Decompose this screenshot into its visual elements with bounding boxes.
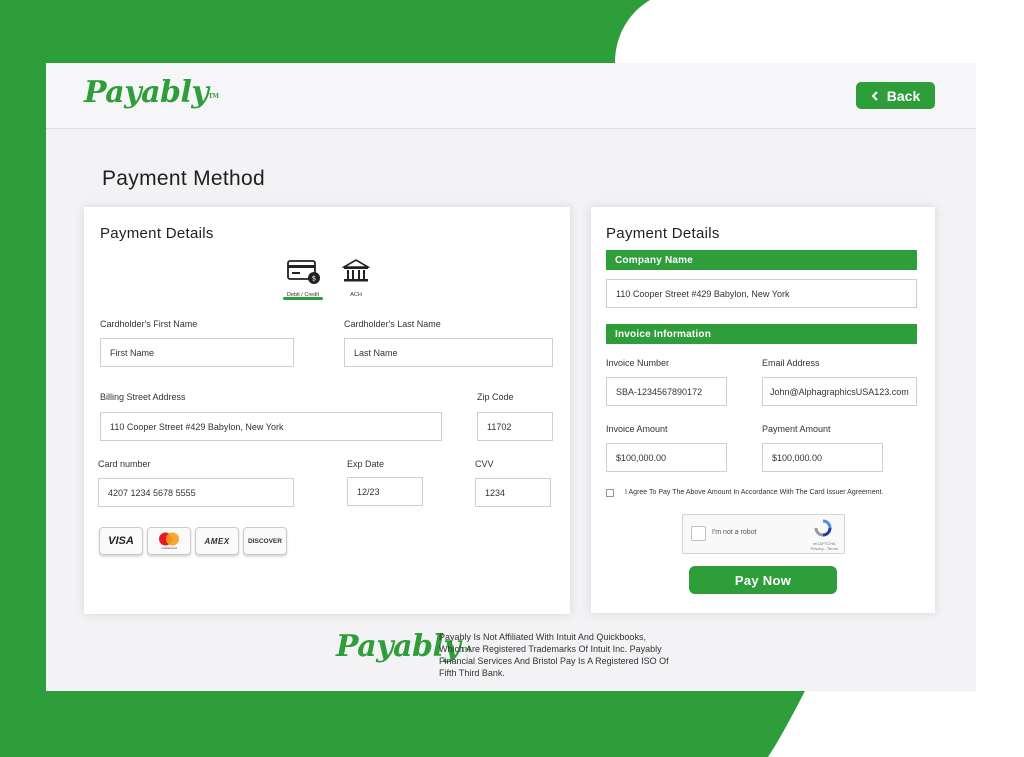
invoice-amount-field[interactable]: $100,000.00	[606, 443, 727, 472]
payably-logo[interactable]: PayablyTM	[84, 75, 219, 110]
invoice-section-header: Invoice Information	[606, 324, 917, 344]
email-label: Email Address	[762, 358, 820, 368]
logo-tm: TM	[208, 93, 219, 100]
exp-date-input[interactable]: 12/23	[347, 477, 423, 506]
mastercard-icon: mastercard	[147, 527, 191, 555]
amex-icon: AMEX	[195, 527, 239, 555]
header: PayablyTM Back	[46, 63, 976, 129]
recaptcha-checkbox[interactable]	[691, 526, 706, 541]
exp-date-label: Exp Date	[347, 459, 385, 469]
discover-icon: DISCOVER	[243, 527, 287, 555]
page-title: Payment Method	[102, 167, 265, 190]
visa-icon: VISA	[99, 527, 143, 555]
card-invoice-summary: Payment Details Company Name 110 Cooper …	[591, 207, 935, 613]
first-name-input[interactable]: First Name	[100, 338, 294, 367]
method-label: ACH	[350, 292, 362, 298]
pay-now-button[interactable]: Pay Now	[689, 566, 837, 594]
card-number-input[interactable]: 4207 1234 5678 5555	[98, 478, 294, 507]
svg-text:$: $	[312, 275, 316, 283]
recaptcha-widget: I'm not a robot reCAPTCHA Privacy - Term…	[682, 514, 845, 554]
last-name-label: Cardholder's Last Name	[344, 319, 441, 329]
invoice-number-label: Invoice Number	[606, 358, 670, 368]
agree-text: I Agree To Pay The Above Amount In Accor…	[625, 489, 884, 496]
card-number-label: Card number	[98, 459, 151, 469]
recaptcha-label: I'm not a robot	[712, 529, 757, 536]
card-title: Payment Details	[100, 225, 214, 242]
invoice-number-field[interactable]: SBA-1234567890172	[606, 377, 727, 406]
payment-amount-label: Payment Amount	[762, 424, 831, 434]
footer-disclaimer: Payably Is Not Affiliated With Intuit An…	[439, 632, 669, 678]
zip-label: Zip Code	[477, 392, 514, 402]
method-tab-ach[interactable]: ACH	[341, 258, 371, 298]
app-frame: PayablyTM Back Payment Method Payment De…	[46, 63, 976, 691]
cvv-label: CVV	[475, 459, 494, 469]
street-input[interactable]: 110 Cooper Street #429 Babylon, New York	[100, 412, 442, 441]
payment-amount-field[interactable]: $100,000.00	[762, 443, 883, 472]
card-title: Payment Details	[606, 225, 720, 242]
company-section-header: Company Name	[606, 250, 917, 270]
email-field[interactable]: John@AlphagraphicsUSA123.com	[762, 377, 917, 406]
zip-input[interactable]: 11702	[477, 412, 553, 441]
first-name-label: Cardholder's First Name	[100, 319, 198, 329]
recaptcha-brand: reCAPTCHA Privacy - Terms	[810, 541, 838, 551]
invoice-amount-label: Invoice Amount	[606, 424, 668, 434]
street-label: Billing Street Address	[100, 392, 186, 402]
logo-text: Payably	[84, 75, 209, 110]
back-label: Back	[886, 87, 921, 104]
card-payment-form: Payment Details $ Debit / Credit ACH Car…	[84, 207, 570, 614]
chevron-left-icon	[871, 88, 879, 104]
back-button[interactable]: Back	[856, 82, 935, 109]
last-name-input[interactable]: Last Name	[344, 338, 553, 367]
method-tab-debit-credit[interactable]: $ Debit / Credit	[286, 258, 320, 298]
company-address-field[interactable]: 110 Cooper Street #429 Babylon, New York	[606, 279, 917, 308]
cvv-input[interactable]: 1234	[475, 478, 551, 507]
credit-card-icon: $	[286, 258, 320, 289]
recaptcha-icon	[814, 519, 832, 542]
selected-tab-indicator	[283, 297, 323, 300]
agree-checkbox[interactable]	[606, 489, 614, 497]
bank-icon	[341, 258, 371, 289]
